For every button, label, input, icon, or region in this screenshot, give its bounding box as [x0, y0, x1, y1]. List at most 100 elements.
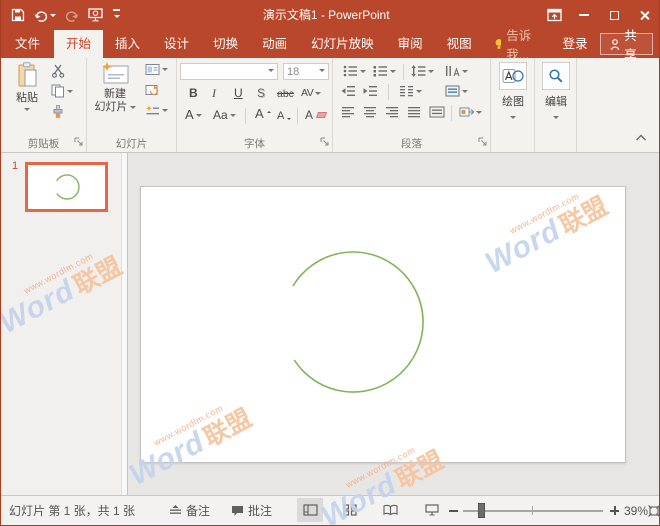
italic-button[interactable]: I — [212, 86, 216, 100]
comment-icon — [231, 505, 244, 517]
text-direction-dropdown-icon[interactable] — [462, 70, 468, 76]
section-button[interactable] — [145, 105, 168, 116]
section-dropdown-icon[interactable] — [162, 109, 168, 115]
align-text-dropdown-icon[interactable] — [462, 90, 468, 96]
text-direction-button[interactable] — [445, 65, 468, 77]
slide-canvas[interactable] — [140, 186, 626, 463]
slide-sorter-view-button[interactable] — [337, 498, 363, 522]
arc-shape[interactable] — [278, 247, 428, 397]
columns-button[interactable] — [399, 85, 422, 97]
tab-design[interactable]: 设计 — [152, 30, 201, 58]
justify-button[interactable] — [407, 106, 421, 118]
slides-group-label: 幻灯片 — [87, 136, 176, 151]
font-color-button[interactable]: A — [185, 108, 202, 122]
underline-button[interactable]: U — [234, 86, 243, 100]
editing-button[interactable]: 编辑 — [542, 62, 570, 122]
clear-formatting-button[interactable]: A — [305, 108, 326, 122]
sign-in-button[interactable]: 登录 — [553, 30, 598, 58]
clipboard-dialog-launcher[interactable] — [74, 136, 84, 150]
new-slide-label-2: 幻灯片 — [95, 101, 128, 114]
columns-dropdown-icon[interactable] — [416, 90, 422, 96]
grow-font-button[interactable]: A — [255, 107, 271, 121]
notes-icon — [169, 505, 182, 516]
convert-smartart-button[interactable] — [459, 106, 482, 118]
normal-view-button[interactable] — [297, 498, 323, 522]
tab-review[interactable]: 审阅 — [386, 30, 435, 58]
copy-button[interactable] — [51, 84, 73, 98]
align-text-button[interactable] — [445, 85, 468, 97]
strikethrough-button[interactable]: abc — [277, 87, 294, 101]
drawing-button[interactable]: 绘图 — [499, 62, 527, 122]
change-case-button[interactable]: Aa — [213, 108, 236, 122]
tab-home[interactable]: 开始 — [54, 30, 103, 58]
scissors-icon — [51, 64, 65, 78]
ribbon-tab-row: 文件 开始 插入 设计 切换 动画 幻灯片放映 审阅 视图 告诉我... 登录 … — [1, 30, 659, 58]
save-icon[interactable] — [11, 8, 25, 22]
line-spacing-button[interactable] — [411, 65, 434, 77]
numbering-button[interactable] — [373, 65, 396, 77]
ribbon-display-options-button[interactable] — [539, 0, 569, 30]
bullets-dropdown-icon[interactable] — [360, 70, 366, 76]
notes-button[interactable]: 备注 — [169, 496, 210, 525]
collapse-ribbon-button[interactable] — [635, 130, 647, 144]
align-right-button[interactable] — [385, 106, 399, 118]
slide-thumbnail[interactable] — [25, 162, 108, 212]
statusbar: 幻灯片 第 1 张，共 1 张 备注 批注 39% — [1, 495, 659, 525]
format-painter-button[interactable] — [51, 105, 65, 119]
zoom-out-button[interactable] — [449, 496, 458, 525]
tab-transitions[interactable]: 切换 — [201, 30, 250, 58]
shrink-font-button[interactable]: A — [277, 109, 291, 123]
slide-layout-button[interactable] — [145, 64, 168, 75]
slide-counter: 幻灯片 第 1 张，共 1 张 — [9, 496, 135, 525]
paragraph-dialog-launcher[interactable] — [478, 136, 488, 150]
reset-slide-button[interactable] — [145, 84, 160, 96]
comments-button[interactable]: 批注 — [231, 496, 272, 525]
align-center-button[interactable] — [363, 106, 377, 118]
paste-button[interactable]: 粘贴 — [9, 62, 45, 114]
ribbon: 粘贴 剪贴板 — [1, 58, 659, 153]
tab-view[interactable]: 视图 — [435, 30, 484, 58]
slide-thumbnail-panel[interactable]: 1 — [1, 153, 128, 495]
thumbnail-scrollbar[interactable] — [121, 153, 127, 495]
copy-dropdown-icon[interactable] — [67, 90, 73, 96]
align-left-button[interactable] — [341, 106, 355, 118]
start-slideshow-button[interactable] — [88, 8, 104, 22]
smartart-dropdown-icon[interactable] — [476, 111, 482, 117]
distribute-button[interactable] — [429, 106, 445, 118]
slideshow-view-button[interactable] — [419, 498, 445, 522]
undo-button[interactable] — [34, 9, 56, 22]
text-shadow-button[interactable]: S — [257, 86, 265, 100]
increase-indent-button[interactable] — [363, 85, 378, 97]
font-size-combo[interactable]: 18 — [283, 63, 329, 80]
layout-dropdown-icon[interactable] — [162, 68, 168, 74]
character-spacing-button[interactable]: AV — [301, 86, 321, 100]
cut-button[interactable] — [51, 64, 65, 78]
redo-button[interactable] — [65, 9, 79, 22]
decrease-indent-button[interactable] — [341, 85, 356, 97]
new-slide-button[interactable]: 新建 幻灯片 — [91, 62, 139, 114]
zoom-in-button[interactable] — [610, 496, 619, 525]
font-name-combo[interactable] — [180, 63, 278, 80]
undo-dropdown-icon[interactable] — [50, 14, 56, 20]
numbering-icon — [373, 65, 388, 77]
reading-view-button[interactable] — [377, 498, 403, 522]
customize-qat-button[interactable] — [113, 9, 120, 20]
font-dialog-launcher[interactable] — [320, 136, 330, 150]
bullets-button[interactable] — [343, 65, 366, 77]
fit-slide-to-window-button[interactable] — [648, 496, 660, 525]
tab-animations[interactable]: 动画 — [250, 30, 299, 58]
align-center-icon — [363, 106, 377, 118]
tab-file[interactable]: 文件 — [1, 30, 54, 58]
zoom-slider-thumb[interactable] — [478, 503, 485, 518]
magnifier-icon — [542, 62, 570, 90]
drawing-icon — [499, 62, 527, 90]
tab-insert[interactable]: 插入 — [103, 30, 152, 58]
minimize-button[interactable] — [569, 0, 599, 30]
tab-slideshow[interactable]: 幻灯片放映 — [299, 30, 386, 58]
zoom-level[interactable]: 39% — [624, 496, 648, 525]
bold-button[interactable]: B — [189, 86, 198, 100]
line-spacing-dropdown-icon[interactable] — [428, 70, 434, 76]
tell-me-box[interactable]: 告诉我... — [484, 30, 553, 58]
numbering-dropdown-icon[interactable] — [390, 70, 396, 76]
share-button[interactable]: 共享 — [600, 33, 653, 55]
